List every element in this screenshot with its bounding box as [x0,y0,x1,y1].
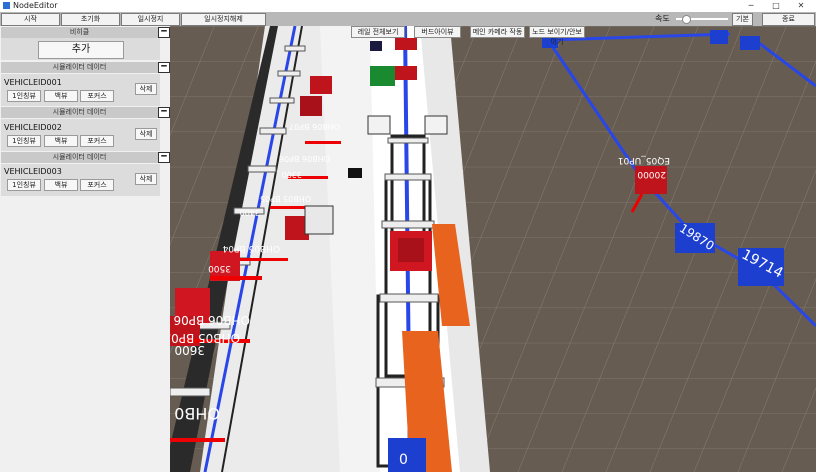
sim-data-header: 시뮬레이터 데이터 [1,62,158,73]
node-label: 3500 [208,263,231,273]
node-label: 0 [399,452,408,468]
vehicle-section-collapse-button[interactable]: ━ [158,27,170,38]
delete-button[interactable]: 삭제 [135,173,157,185]
3d-viewport[interactable]: OHB06 BP07 OHB06 BP06 3300 OHB05 BP05 34… [170,26,816,472]
unpause-button[interactable]: 일시정지해제 [181,13,266,26]
app-icon [3,2,10,9]
center-top-vehicle [395,38,417,50]
sim-data-collapse-button[interactable]: ━ [158,62,170,73]
port-label: OHB05 BP05 [170,331,240,345]
vehicle-id: VEHICLEID002 [4,123,62,132]
main-camera-button[interactable]: 메인 카메라 작동 [470,26,525,38]
start-button[interactable]: 시작 [1,13,60,26]
node-label: 3600 [174,343,205,357]
vehicle-id: VEHICLEID001 [4,78,62,87]
first-person-view-button[interactable]: 1인칭뷰 [7,135,41,147]
maximize-button[interactable]: □ [765,0,787,12]
port-label: OHB06 BP07 [289,122,340,131]
port-label: EQ05_UP01 [618,155,670,165]
add-vehicle-button[interactable]: 추가 [38,41,124,59]
window-title: NodeEditor [13,1,58,10]
scene-canvas[interactable]: OHB06 BP07 OHB06 BP06 3300 OHB05 BP05 34… [170,26,816,472]
reset-button[interactable]: 초기화 [61,13,120,26]
birds-eye-view-button[interactable]: 버드아이뷰 [414,26,461,38]
sim-data-header: 시뮬레이터 데이터 [1,152,158,163]
center-top-vehicle [395,66,417,80]
focus-button[interactable]: 포커스 [80,179,114,191]
back-view-button[interactable]: 백뷰 [44,90,78,102]
delete-button[interactable]: 삭제 [135,83,157,95]
minimize-button[interactable]: ─ [740,0,762,12]
pause-button[interactable]: 일시정지 [121,13,180,26]
port-label: OHB06 BP06 [173,313,250,327]
center-vehicle-top [398,238,424,262]
node-label: 3300 [282,170,302,179]
node-label: 20000 [637,169,666,179]
delete-button[interactable]: 삭제 [135,128,157,140]
port-label: OHB06 BP06 [279,154,330,163]
vehicle-section-header: 비히클 [1,27,158,38]
port-label: OHB05 BP04 [222,243,280,253]
node-toggle-button[interactable]: 노드 보이기/안보이기 [529,26,585,46]
back-view-button[interactable]: 백뷰 [44,135,78,147]
sim-data-header: 시뮬레이터 데이터 [1,107,158,118]
sim-data-collapse-button[interactable]: ━ [158,107,170,118]
sim-data-collapse-button[interactable]: ━ [158,152,170,163]
port-label: OHB0 [174,404,220,423]
close-button[interactable]: ✕ [790,0,812,12]
title-bar: NodeEditor ─ □ ✕ [0,0,816,12]
default-speed-button[interactable]: 기본 [732,13,753,26]
rail-overview-button[interactable]: 레일 전체보기 [351,26,405,38]
first-person-view-button[interactable]: 1인칭뷰 [7,90,41,102]
focus-button[interactable]: 포커스 [80,90,114,102]
exit-button[interactable]: 종료 [762,13,815,26]
back-view-button[interactable]: 백뷰 [44,179,78,191]
focus-button[interactable]: 포커스 [80,135,114,147]
port-label: OHB05 BP05 [260,194,311,203]
vehicle-id: VEHICLEID003 [4,167,62,176]
first-person-view-button[interactable]: 1인칭뷰 [7,179,41,191]
speed-label: 속도 [655,14,670,23]
node-label: 3400 [240,208,260,217]
